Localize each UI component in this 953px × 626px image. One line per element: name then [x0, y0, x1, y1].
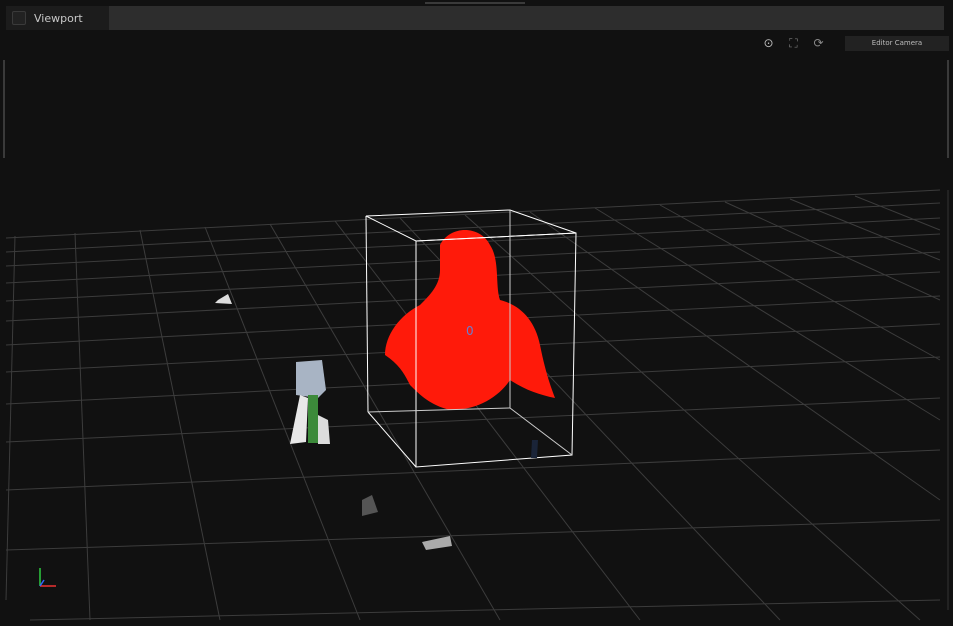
- small-point-cloud: [531, 440, 538, 458]
- small-point-cloud: [422, 536, 452, 550]
- selected-point-cloud: [385, 230, 555, 410]
- viewport-canvas[interactable]: 0: [0, 0, 953, 626]
- flower-point-cloud: [290, 360, 330, 444]
- small-point-cloud: [215, 294, 232, 304]
- small-point-cloud: [362, 495, 378, 516]
- pivot-marker: 0: [466, 324, 474, 338]
- axis-gizmo: [39, 568, 56, 587]
